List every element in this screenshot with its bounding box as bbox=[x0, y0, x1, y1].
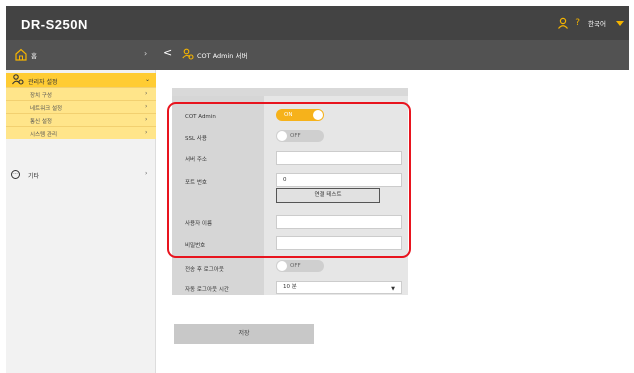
toggle-state-text: ON bbox=[284, 112, 293, 118]
panel-header bbox=[172, 88, 408, 96]
chevron-down-icon[interactable] bbox=[616, 20, 624, 26]
chevron-right-icon: › bbox=[145, 90, 148, 97]
sidebar-item-other[interactable]: ··· 기타 › bbox=[6, 168, 156, 182]
toggle-state-text: OFF bbox=[290, 263, 301, 269]
cot-admin-toggle[interactable]: ON bbox=[276, 109, 324, 121]
toggle-state-text: OFF bbox=[290, 133, 301, 139]
sidebar: 관리자 설정 ⌄ 장치 구성 › 네트워크 설정 › 통신 설정 › 시스템 관… bbox=[6, 70, 156, 373]
auto-logout-select[interactable]: 10 분 ▼ bbox=[276, 281, 402, 294]
sidebar-item-label: 통신 설정 bbox=[30, 119, 52, 125]
more-icon: ··· bbox=[11, 170, 20, 179]
home-icon[interactable] bbox=[15, 48, 27, 61]
username-input[interactable] bbox=[276, 215, 402, 229]
chevron-right-icon: › bbox=[145, 103, 148, 110]
chevron-right-icon: › bbox=[145, 129, 148, 136]
ssl-label: SSL 사용 bbox=[185, 136, 207, 142]
save-button[interactable]: 저장 bbox=[174, 324, 314, 344]
sidebar-item-label: 시스템 관리 bbox=[30, 132, 58, 138]
back-arrow-icon[interactable]: < bbox=[163, 46, 172, 59]
port-label: 포트 번호 bbox=[185, 180, 207, 186]
chevron-right-icon: › bbox=[145, 116, 148, 123]
user-icon[interactable] bbox=[557, 17, 569, 29]
page-title: COT Admin 서버 bbox=[197, 52, 248, 60]
sidebar-item-device-config[interactable]: 장치 구성 › bbox=[6, 87, 156, 100]
server-address-input[interactable] bbox=[276, 151, 402, 165]
sidebar-item-label: 기타 bbox=[28, 173, 40, 180]
home-link[interactable]: 홈 bbox=[31, 50, 37, 60]
caret-down-icon: ▼ bbox=[391, 286, 395, 292]
password-input[interactable] bbox=[276, 236, 402, 250]
top-right-controls: ? 한국어 bbox=[557, 6, 629, 40]
top-bar: DR-S250N ? 한국어 bbox=[6, 6, 629, 40]
logout-after-send-toggle[interactable]: OFF bbox=[276, 260, 324, 272]
toggle-knob bbox=[277, 261, 287, 271]
password-label: 비밀번호 bbox=[185, 243, 206, 249]
toggle-knob bbox=[313, 110, 323, 120]
language-selector[interactable]: 한국어 bbox=[588, 18, 606, 28]
sidebar-item-label: 네트워크 설정 bbox=[30, 106, 63, 112]
chevron-down-icon: ⌄ bbox=[145, 76, 151, 83]
app-title: DR-S250N bbox=[21, 17, 88, 32]
admin-settings-icon bbox=[12, 74, 24, 85]
server-address-label: 서버 주소 bbox=[185, 157, 207, 163]
nav-bar: 홈 › < COT Admin 서버 bbox=[6, 40, 629, 70]
help-icon[interactable]: ? bbox=[575, 18, 580, 28]
connection-test-button[interactable]: 연결 테스트 bbox=[276, 188, 380, 203]
admin-settings-icon bbox=[182, 48, 194, 60]
cot-admin-label: COT Admin bbox=[185, 114, 216, 120]
sidebar-item-label: 장치 구성 bbox=[30, 93, 52, 99]
username-label: 사용자 이름 bbox=[185, 221, 213, 227]
sidebar-item-communication-settings[interactable]: 통신 설정 › bbox=[6, 113, 156, 126]
logout-after-send-label: 전송 후 로그아웃 bbox=[185, 267, 224, 273]
sidebar-item-system-management[interactable]: 시스템 관리 › bbox=[6, 126, 156, 139]
auto-logout-label: 자동 로그아웃 시간 bbox=[185, 287, 229, 293]
sidebar-item-network-settings[interactable]: 네트워크 설정 › bbox=[6, 100, 156, 113]
ssl-toggle[interactable]: OFF bbox=[276, 130, 324, 142]
auto-logout-value: 10 분 bbox=[283, 284, 297, 290]
sidebar-section-label: 관리자 설정 bbox=[28, 79, 58, 86]
chevron-right-icon: › bbox=[144, 49, 148, 58]
toggle-knob bbox=[277, 131, 287, 141]
sidebar-section-admin-settings[interactable]: 관리자 설정 ⌄ bbox=[6, 73, 156, 87]
chevron-right-icon: › bbox=[145, 170, 148, 177]
port-input[interactable]: 0 bbox=[276, 173, 402, 187]
